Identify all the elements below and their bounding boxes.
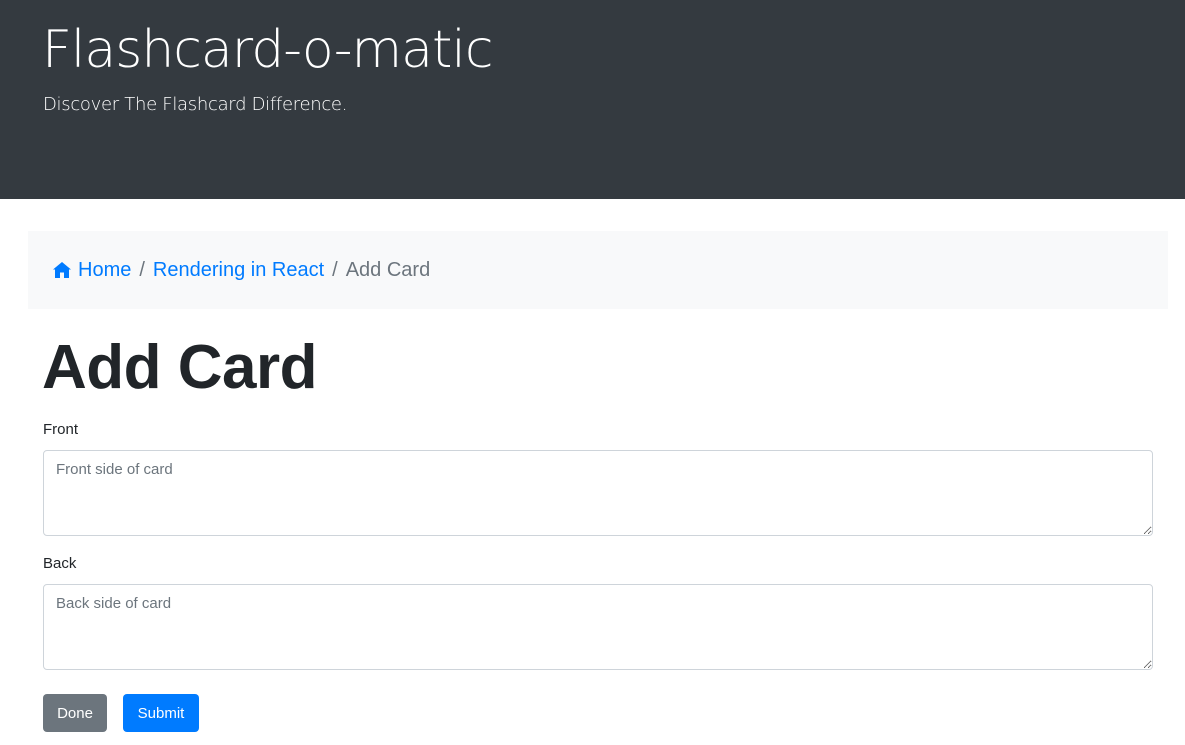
done-button[interactable]: Done	[43, 694, 107, 732]
home-icon	[53, 262, 71, 278]
breadcrumb: Home / Rendering in React / Add Card	[28, 231, 1168, 309]
breadcrumb-separator: /	[139, 258, 145, 281]
back-textarea[interactable]	[43, 584, 1153, 670]
breadcrumb-deck-link[interactable]: Rendering in React	[153, 259, 324, 282]
submit-button[interactable]: Submit	[123, 694, 199, 732]
front-textarea[interactable]	[43, 450, 1153, 536]
back-label: Back	[43, 555, 77, 572]
breadcrumb-home-label: Home	[78, 258, 132, 281]
page-title: Add Card	[42, 333, 318, 402]
header-jumbotron: Flashcard-o-matic Discover The Flashcard…	[0, 0, 1185, 199]
breadcrumb-home-link[interactable]: Home	[52, 259, 131, 282]
breadcrumb-separator: /	[332, 258, 338, 281]
app-title: Flashcard-o-matic	[42, 20, 493, 80]
app-tagline: Discover The Flashcard Difference.	[43, 94, 348, 115]
front-label: Front	[43, 421, 79, 438]
breadcrumb-current: Add Card	[345, 258, 431, 281]
